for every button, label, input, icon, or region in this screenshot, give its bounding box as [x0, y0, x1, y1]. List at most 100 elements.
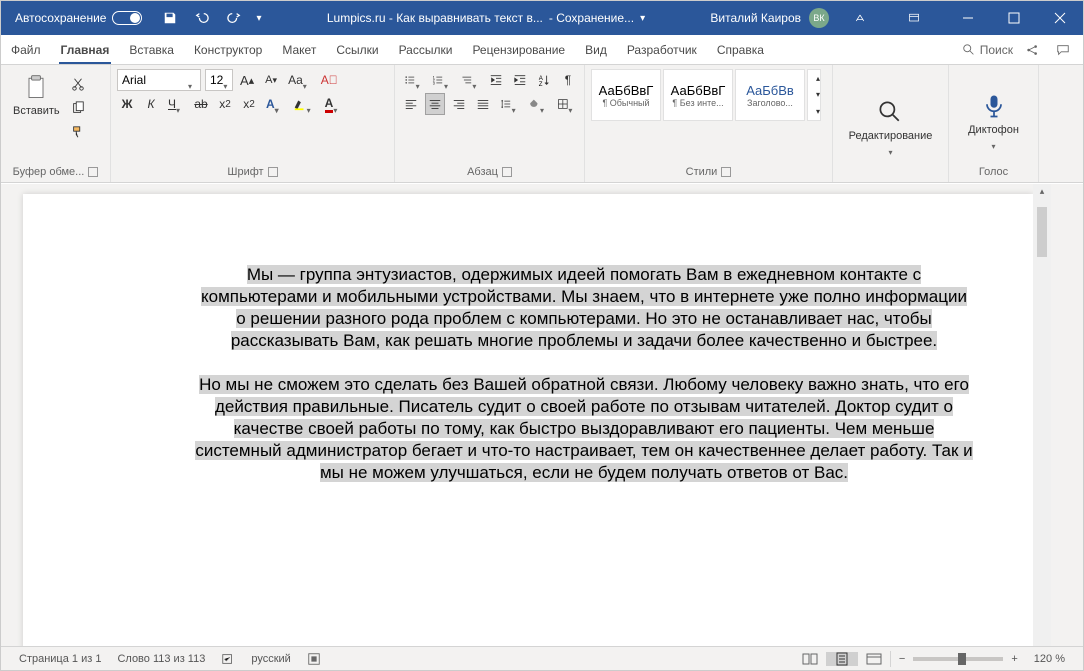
dictate-button[interactable]: Диктофон: [962, 88, 1025, 148]
bullets-icon[interactable]: [401, 69, 425, 91]
cut-icon[interactable]: [68, 73, 88, 95]
read-mode-icon[interactable]: [794, 652, 826, 666]
style-heading[interactable]: АаБбВвЗаголово...: [735, 69, 805, 121]
tab-insert[interactable]: Вставка: [119, 35, 184, 64]
styles-launcher-icon[interactable]: [721, 167, 731, 177]
tab-file[interactable]: Файл: [1, 35, 51, 64]
titlebar: Автосохранение ▾ Lumpics.ru - Как выравн…: [1, 1, 1083, 35]
qat-dropdown-icon[interactable]: ▾: [256, 13, 261, 24]
indent-inc-icon[interactable]: [510, 69, 530, 91]
comments-icon[interactable]: [1053, 39, 1073, 61]
indent-dec-icon[interactable]: [486, 69, 506, 91]
undo-icon[interactable]: [192, 7, 212, 29]
save-icon[interactable]: [160, 7, 180, 29]
subscript-button[interactable]: x2: [215, 93, 235, 115]
page-count[interactable]: Страница 1 из 1: [11, 653, 109, 665]
zoom-slider[interactable]: [913, 657, 1003, 661]
ribbon: Вставить Буфер обме... Arial 12 A▴ A▾ Aa…: [1, 65, 1083, 183]
style-no-spacing[interactable]: АаБбВвГ¶ Без инте...: [663, 69, 733, 121]
italic-button[interactable]: К: [141, 93, 161, 115]
tab-references[interactable]: Ссылки: [326, 35, 388, 64]
text-effects-icon[interactable]: A: [263, 93, 286, 115]
dictate-label: Диктофон: [968, 124, 1019, 136]
language-status[interactable]: русский: [243, 653, 298, 665]
line-spacing-icon[interactable]: [497, 93, 521, 115]
show-marks-icon[interactable]: ¶: [558, 69, 578, 91]
page[interactable]: Мы — группа энтузиастов, одержимых идеей…: [23, 194, 1033, 664]
avatar[interactable]: ВК: [809, 8, 829, 28]
editing-button[interactable]: Редактирование: [843, 94, 939, 154]
tab-layout[interactable]: Макет: [272, 35, 326, 64]
tab-review[interactable]: Рецензирование: [462, 35, 575, 64]
style-normal[interactable]: АаБбВвГ¶ Обычный: [591, 69, 661, 121]
close-button[interactable]: [1037, 1, 1083, 35]
autosave-toggle[interactable]: [112, 11, 142, 25]
web-layout-icon[interactable]: [858, 652, 890, 666]
zoom-in-button[interactable]: +: [1003, 653, 1025, 665]
paragraph-group-label: Абзац: [467, 166, 498, 178]
zoom-level[interactable]: 120 %: [1026, 653, 1073, 665]
svg-text:Z: Z: [539, 81, 543, 87]
font-name-input[interactable]: Arial: [117, 69, 201, 91]
statusbar: Страница 1 из 1 Слово 113 из 113 русский…: [1, 646, 1083, 670]
strike-button[interactable]: ab: [191, 93, 211, 115]
coming-soon-icon[interactable]: [837, 1, 883, 35]
tab-design[interactable]: Конструктор: [184, 35, 272, 64]
maximize-button[interactable]: [991, 1, 1037, 35]
clear-format-icon[interactable]: A⃠: [318, 69, 341, 91]
align-right-icon[interactable]: [449, 93, 469, 115]
tab-mailings[interactable]: Рассылки: [389, 35, 463, 64]
paragraph-1[interactable]: Мы — группа энтузиастов, одержимых идеей…: [195, 264, 973, 352]
spell-check-icon[interactable]: [213, 652, 243, 666]
tab-developer[interactable]: Разработчик: [617, 35, 707, 64]
paste-button[interactable]: Вставить: [7, 69, 66, 121]
styles-down-icon[interactable]: ▾: [808, 87, 828, 103]
sort-icon[interactable]: AZ: [534, 69, 554, 91]
paragraph-launcher-icon[interactable]: [502, 167, 512, 177]
numbering-icon[interactable]: 123: [429, 69, 453, 91]
justify-icon[interactable]: [473, 93, 493, 115]
styles-up-icon[interactable]: ▴: [808, 70, 828, 86]
tab-help[interactable]: Справка: [707, 35, 774, 64]
align-left-icon[interactable]: [401, 93, 421, 115]
underline-button[interactable]: Ч: [165, 93, 187, 115]
borders-icon[interactable]: [554, 93, 578, 115]
word-count[interactable]: Слово 113 из 113: [109, 653, 213, 665]
saving-status: - Сохранение...: [549, 11, 634, 25]
format-painter-icon[interactable]: [68, 121, 88, 143]
styles-gallery[interactable]: АаБбВвГ¶ Обычный АаБбВвГ¶ Без инте... Аа…: [591, 69, 826, 121]
tab-view[interactable]: Вид: [575, 35, 617, 64]
zoom-out-button[interactable]: −: [891, 653, 913, 665]
multilevel-icon[interactable]: [458, 69, 482, 91]
tab-home[interactable]: Главная: [51, 35, 120, 64]
font-color-icon[interactable]: A: [322, 93, 345, 115]
align-center-icon[interactable]: [425, 93, 445, 115]
copy-icon[interactable]: [68, 97, 88, 119]
redo-icon[interactable]: [224, 7, 244, 29]
minimize-button[interactable]: [945, 1, 991, 35]
shading-icon[interactable]: [525, 93, 549, 115]
scroll-up-icon[interactable]: ▴: [1040, 186, 1045, 197]
font-size-input[interactable]: 12: [205, 69, 233, 91]
macro-icon[interactable]: [299, 652, 329, 666]
vertical-scrollbar[interactable]: ▴: [1033, 184, 1051, 646]
shrink-font-icon[interactable]: A▾: [261, 69, 281, 91]
highlight-icon[interactable]: [290, 93, 318, 115]
clipboard-group-label: Буфер обме...: [13, 166, 85, 178]
paragraph-2[interactable]: Но мы не сможем это сделать без Вашей об…: [195, 374, 973, 484]
styles-more-icon[interactable]: ▾: [808, 104, 828, 120]
voice-group-label: Голос: [979, 166, 1008, 178]
ribbon-display-icon[interactable]: [891, 1, 937, 35]
share-icon[interactable]: [1023, 39, 1043, 61]
search-box[interactable]: Поиск: [962, 43, 1013, 57]
font-launcher-icon[interactable]: [268, 167, 278, 177]
user-name[interactable]: Виталий Каиров: [710, 11, 801, 25]
superscript-button[interactable]: x2: [239, 93, 259, 115]
document-name: Lumpics.ru - Как выравнивать текст в...: [327, 11, 543, 25]
change-case-icon[interactable]: Aa: [285, 69, 314, 91]
bold-button[interactable]: Ж: [117, 93, 137, 115]
grow-font-icon[interactable]: A▴: [237, 69, 257, 91]
scroll-thumb[interactable]: [1037, 207, 1047, 257]
clipboard-launcher-icon[interactable]: [88, 167, 98, 177]
print-layout-icon[interactable]: [826, 652, 858, 666]
